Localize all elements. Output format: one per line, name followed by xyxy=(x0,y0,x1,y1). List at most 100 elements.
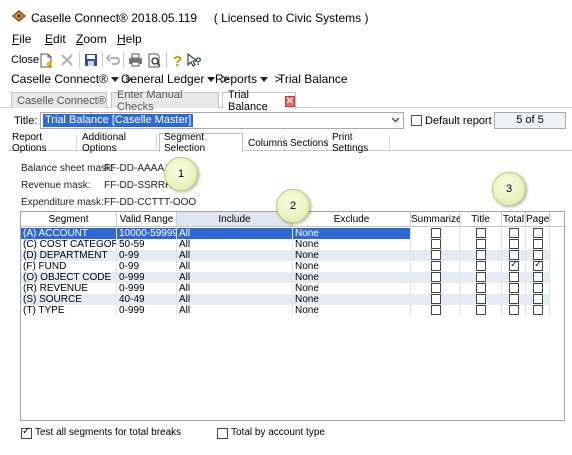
breadcrumb-item[interactable]: General Ledger > xyxy=(121,72,229,86)
print-icon[interactable] xyxy=(126,51,144,69)
title-checkbox[interactable] xyxy=(476,250,486,260)
column-header-exclude[interactable]: Exclude xyxy=(293,212,411,227)
summarize-checkbox[interactable] xyxy=(431,261,441,271)
summarize-checkbox[interactable] xyxy=(431,239,441,249)
column-header-page[interactable]: Page xyxy=(526,212,550,227)
cell-segment[interactable]: (O) OBJECT CODE xyxy=(21,272,117,283)
cell-include[interactable]: All xyxy=(177,250,293,261)
table-row[interactable]: (D) DEPARTMENT 0-99 All None xyxy=(21,250,564,261)
page-checkbox[interactable] xyxy=(533,283,543,293)
menu-zoom[interactable]: Zoom xyxy=(76,32,107,46)
cell-segment[interactable]: (D) DEPARTMENT xyxy=(21,250,117,261)
cell-include[interactable]: All xyxy=(177,305,293,316)
close-button[interactable]: Close xyxy=(11,54,39,66)
cell-segment[interactable]: (C) COST CATEGORY xyxy=(21,239,117,250)
cell-exclude[interactable]: None xyxy=(293,305,411,316)
total-checkbox[interactable] xyxy=(509,239,519,249)
total-checkbox[interactable] xyxy=(509,228,519,238)
cell-range[interactable]: 0-99 xyxy=(117,261,177,272)
chevron-down-icon[interactable] xyxy=(391,117,400,123)
table-row[interactable]: (S) SOURCE 40-49 All None xyxy=(21,294,564,305)
page-checkbox[interactable] xyxy=(533,239,543,249)
cell-segment[interactable]: (S) SOURCE xyxy=(21,294,117,305)
chevron-down-icon[interactable] xyxy=(110,77,119,83)
column-header-total[interactable]: Total xyxy=(502,212,526,227)
table-row[interactable]: (O) OBJECT CODE 0-999 All None xyxy=(21,272,564,283)
page-checkbox[interactable] xyxy=(533,294,543,304)
new-doc-icon[interactable] xyxy=(37,51,55,69)
tab-columns[interactable]: Columns xyxy=(244,135,287,151)
chevron-down-icon[interactable] xyxy=(260,77,269,83)
doc-tab-enter-manual-checks[interactable]: Enter Manual Checks xyxy=(111,89,219,113)
cell-exclude[interactable]: None xyxy=(293,294,411,305)
title-checkbox[interactable] xyxy=(476,305,486,315)
cell-range[interactable]: 10000-59999 xyxy=(117,228,177,239)
column-header-segment[interactable]: Segment xyxy=(21,212,117,227)
menu-edit[interactable]: Edit xyxy=(45,32,66,46)
total-checkbox[interactable] xyxy=(509,272,519,282)
cell-exclude[interactable]: None xyxy=(293,250,411,261)
breadcrumb-item[interactable]: Caselle Connect® > xyxy=(11,72,132,86)
cell-exclude[interactable]: None xyxy=(293,261,411,272)
cell-range[interactable]: 40-49 xyxy=(117,294,177,305)
whats-this-icon[interactable]: ? xyxy=(186,51,204,69)
cell-include[interactable]: All xyxy=(177,228,293,239)
cell-include[interactable]: All xyxy=(177,239,293,250)
column-header-valid-range[interactable]: Valid Range xyxy=(117,212,177,227)
summarize-checkbox[interactable] xyxy=(431,272,441,282)
table-row[interactable]: (F) FUND 0-99 All None xyxy=(21,261,564,272)
title-checkbox[interactable] xyxy=(476,272,486,282)
tab-segment-selection[interactable]: Segment Selection xyxy=(159,132,243,154)
page-checkbox[interactable] xyxy=(533,305,543,315)
title-checkbox[interactable] xyxy=(476,261,486,271)
column-header-title[interactable]: Title xyxy=(460,212,502,227)
cell-exclude[interactable]: None xyxy=(293,228,411,239)
cell-range[interactable]: 50-59 xyxy=(117,239,177,250)
total-checkbox[interactable] xyxy=(509,283,519,293)
doc-tab-trial-balance[interactable]: Trial Balance ✕ xyxy=(222,89,296,113)
delete-icon[interactable] xyxy=(58,51,76,69)
summarize-checkbox[interactable] xyxy=(431,305,441,315)
title-checkbox[interactable] xyxy=(476,228,486,238)
summarize-checkbox[interactable] xyxy=(431,228,441,238)
table-row[interactable]: (A) ACCOUNT 10000-59999 All None xyxy=(21,228,564,239)
table-row[interactable]: (C) COST CATEGORY 50-59 All None xyxy=(21,239,564,250)
tab-additional-options[interactable]: Additional Options xyxy=(78,132,157,154)
cell-segment[interactable]: (A) ACCOUNT xyxy=(21,228,117,239)
cell-include[interactable]: All xyxy=(177,283,293,294)
cell-include[interactable]: All xyxy=(177,294,293,305)
page-checkbox[interactable] xyxy=(533,261,543,271)
column-header-include[interactable]: Include xyxy=(177,212,293,227)
default-report-checkbox[interactable] xyxy=(411,115,422,126)
total-checkbox[interactable] xyxy=(509,305,519,315)
cell-exclude[interactable]: None xyxy=(293,272,411,283)
cell-segment[interactable]: (R) REVENUE xyxy=(21,283,117,294)
summarize-checkbox[interactable] xyxy=(431,283,441,293)
tab-sections[interactable]: Sections xyxy=(286,135,328,151)
title-checkbox[interactable] xyxy=(476,239,486,249)
total-checkbox[interactable] xyxy=(509,250,519,260)
breadcrumb-item[interactable]: Reports > xyxy=(215,72,281,86)
tab-report-options[interactable]: Report Options xyxy=(8,132,77,154)
cell-exclude[interactable]: None xyxy=(293,239,411,250)
title-checkbox[interactable] xyxy=(476,294,486,304)
cell-include[interactable]: All xyxy=(177,261,293,272)
tab-print-settings[interactable]: Print Settings xyxy=(328,132,390,154)
total-by-account-type-checkbox[interactable] xyxy=(217,428,228,439)
cell-segment[interactable]: (F) FUND xyxy=(21,261,117,272)
page-checkbox[interactable] xyxy=(533,250,543,260)
cell-exclude[interactable]: None xyxy=(293,283,411,294)
cell-range[interactable]: 0-99 xyxy=(117,250,177,261)
summarize-checkbox[interactable] xyxy=(431,294,441,304)
report-title-select[interactable]: Trial Balance [Caselle Master] xyxy=(40,112,404,129)
cell-range[interactable]: 0-999 xyxy=(117,272,177,283)
summarize-checkbox[interactable] xyxy=(431,250,441,260)
page-checkbox[interactable] xyxy=(533,272,543,282)
page-checkbox[interactable] xyxy=(533,228,543,238)
save-icon[interactable] xyxy=(82,51,100,69)
total-checkbox[interactable] xyxy=(509,261,519,271)
cell-range[interactable]: 0-999 xyxy=(117,283,177,294)
cell-include[interactable]: All xyxy=(177,272,293,283)
undo-icon[interactable] xyxy=(104,51,122,69)
menu-file[interactable]: File xyxy=(12,32,31,46)
